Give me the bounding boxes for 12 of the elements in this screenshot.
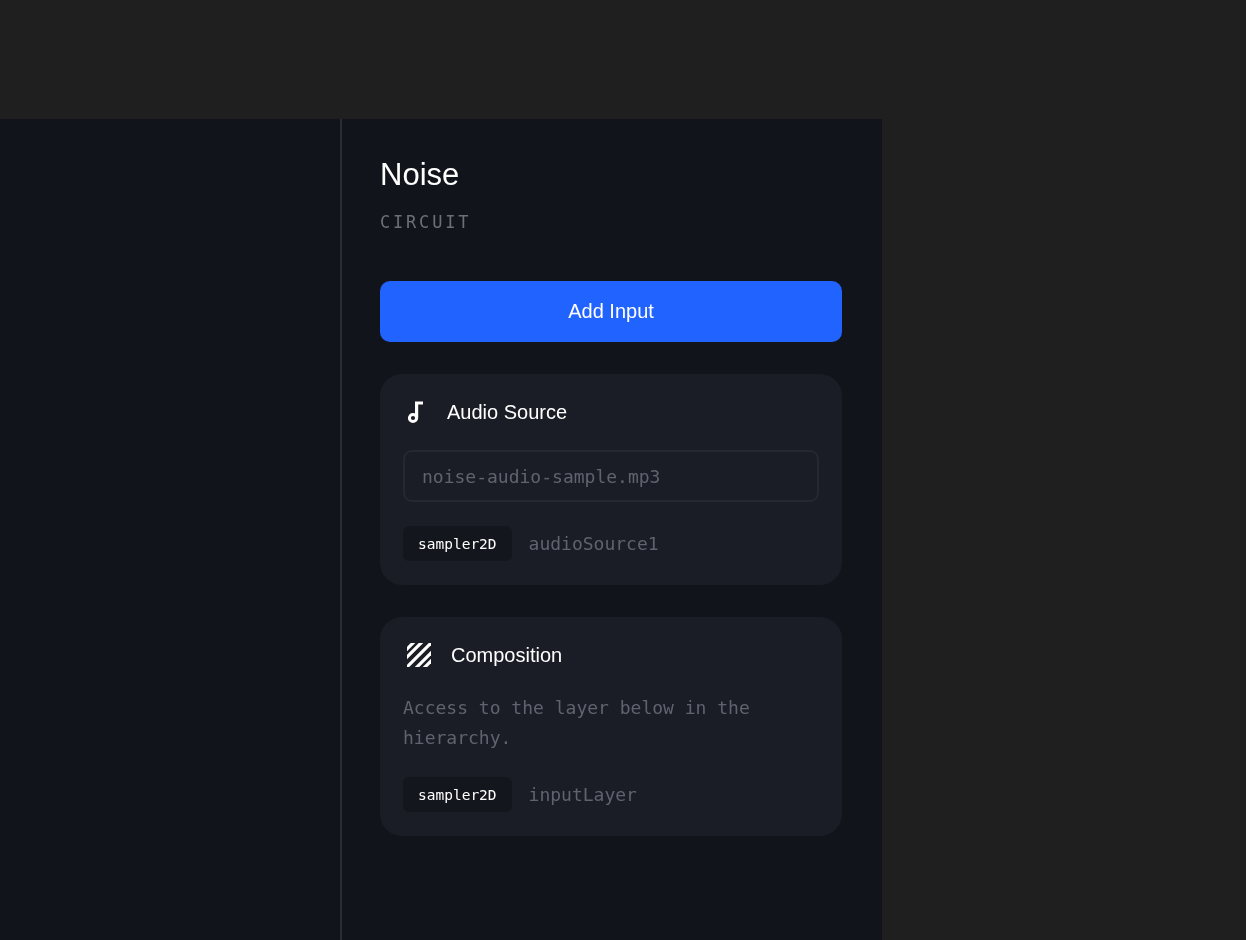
input-title: Audio Source bbox=[447, 400, 568, 425]
type-label: sampler2D bbox=[403, 526, 512, 561]
input-title: Composition bbox=[451, 643, 563, 668]
file-input-field[interactable]: noise-audio-sample.mp3 bbox=[403, 450, 819, 502]
panel-title: Noise bbox=[380, 157, 461, 193]
variable-name: inputLayer bbox=[528, 784, 637, 805]
input-description: Access to the layer below in the hierarchy. bbox=[403, 696, 751, 750]
add-input-button[interactable]: Add Input bbox=[380, 281, 842, 342]
panel-subtitle: CIRCUIT bbox=[380, 211, 472, 234]
diagonal-stripes-icon bbox=[407, 643, 431, 667]
type-label: sampler2D bbox=[403, 777, 512, 812]
variable-name: audioSource1 bbox=[528, 533, 659, 554]
